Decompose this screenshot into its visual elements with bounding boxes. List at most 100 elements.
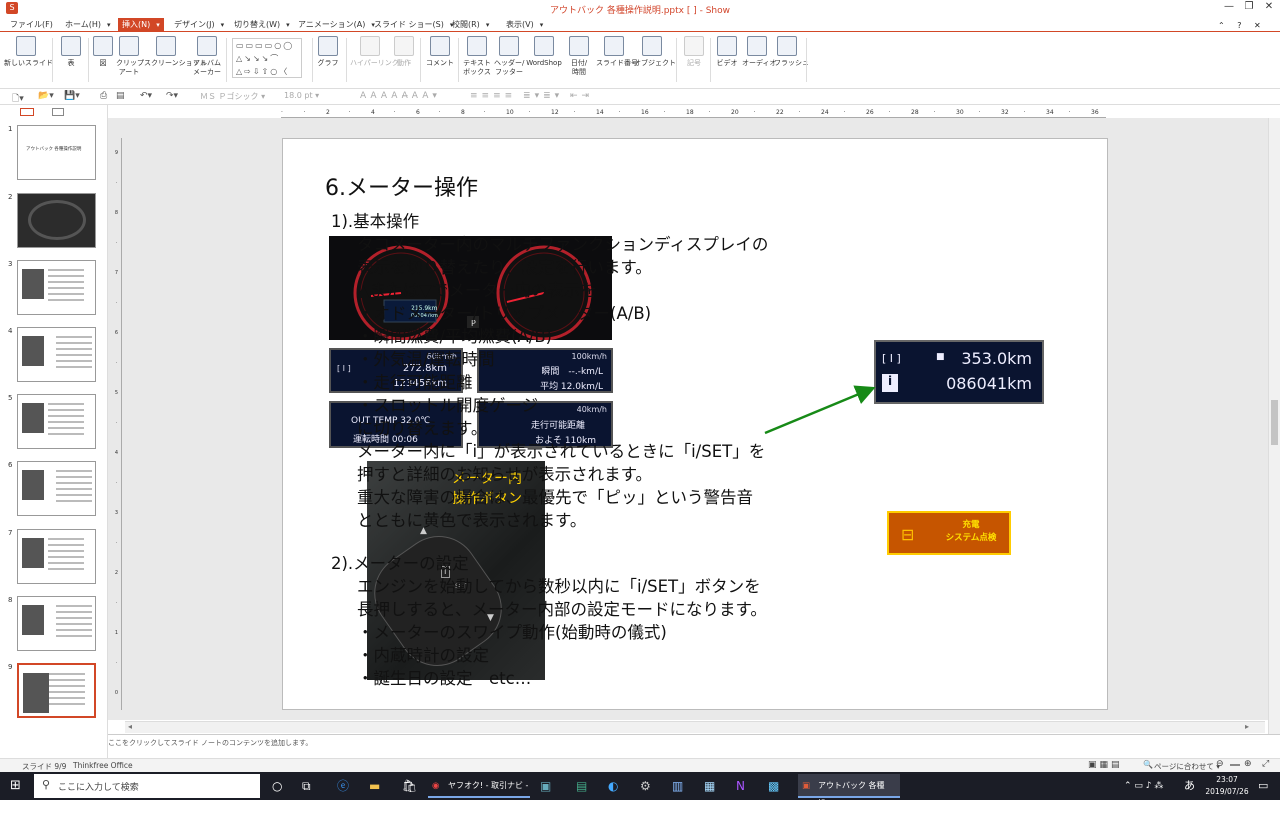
ribbon-album-button[interactable]: アルバム メーカー — [190, 36, 224, 77]
slide-title[interactable]: 6.メーター操作 — [325, 175, 478, 203]
body-text-line[interactable]: ・走行可能距離 — [357, 371, 473, 394]
tray-icons[interactable]: ⌃ ▭ ♪ ⁂ — [1124, 777, 1163, 795]
body-text-line[interactable]: とともに黄色で表示されます。 — [357, 509, 586, 532]
ribbon-flash-button[interactable]: フラッシュ — [774, 36, 809, 68]
ribbon-object-button[interactable]: オブジェクト — [634, 36, 676, 68]
menu-6[interactable]: スライド ショー(S) ▾ — [370, 18, 457, 32]
taskbar-app-icon-2[interactable]: ▤ — [576, 777, 587, 795]
menu-7[interactable]: 校閲(R) ▾ — [448, 18, 493, 32]
ribbon-picture-button[interactable]: 図 — [92, 36, 114, 68]
close-button[interactable]: ✕ — [1258, 1, 1280, 15]
save-icon[interactable]: 💾▾ — [64, 91, 80, 101]
body-text-line[interactable]: ・オドメーター/トリップメーター(A/B) — [357, 302, 651, 325]
body-text-line[interactable]: 重大な障害の場合は、最優先で「ピッ」という警告音 — [357, 486, 753, 509]
ribbon-comment-button[interactable]: コメント — [426, 36, 454, 68]
edge-icon[interactable]: ⓔ — [337, 777, 349, 795]
menu-dropdown-icon[interactable]: ▾ — [107, 21, 111, 29]
ribbon-symbol-button[interactable]: 記号 — [684, 36, 704, 68]
slide-thumbnail[interactable] — [17, 193, 96, 248]
onenote-icon[interactable]: N — [736, 777, 745, 795]
body-text-line[interactable]: ・瞬間燃費/平均燃費(A/B) — [357, 325, 552, 348]
zoom-slider[interactable] — [1230, 764, 1240, 766]
notes-placeholder[interactable]: ここをクリックしてスライド ノートのコンテンツを追加します。 — [108, 738, 312, 748]
ribbon-textbox-button[interactable]: テキスト ボックス — [462, 36, 492, 77]
ribbon-clipart-button[interactable]: クリップ アート — [116, 36, 144, 77]
menu-1[interactable]: ホーム(H) ▾ — [61, 18, 115, 32]
slide-thumbnail[interactable] — [17, 663, 96, 718]
zoom-out-button[interactable]: ⊖ — [1216, 759, 1224, 769]
font-size-select[interactable]: 18.0 pt ▾ — [284, 91, 319, 100]
font-format-icons[interactable]: AAAAA̶AA▾ — [360, 91, 441, 101]
zoom-select[interactable]: ページに合わせて ▾ — [1154, 761, 1220, 772]
ribbon-audio-button[interactable]: オーディオ — [742, 36, 777, 68]
open-icon[interactable]: 📂▾ — [38, 91, 54, 101]
body-text-line[interactable]: ・誕生日の設定 etc… — [357, 667, 531, 690]
menu-dropdown-icon[interactable]: ▾ — [286, 21, 290, 29]
horizontal-scrollbar[interactable]: ◂ ▸ — [125, 721, 1265, 733]
scroll-right-icon[interactable]: ▸ — [1245, 722, 1249, 731]
print-icon[interactable]: ⎙ — [100, 91, 107, 101]
slide-thumbnail[interactable] — [17, 327, 96, 382]
clock-date[interactable]: 2019/07/26 — [1200, 787, 1254, 796]
ribbon-wordshop-button[interactable]: WordShop — [526, 36, 562, 68]
menu-dropdown-icon[interactable]: ▾ — [156, 21, 160, 29]
redo-icon[interactable]: ↷▾ — [166, 91, 178, 101]
menu-dropdown-icon[interactable]: ▾ — [540, 21, 544, 29]
body-text-line[interactable]: ・メーターのスワイプ動作(始動時の儀式) — [357, 621, 667, 644]
body-text-line[interactable]: 長押しすると、メーター内部の設定モードになります。 — [357, 598, 767, 621]
body-text-line[interactable]: メーター内に「i」が表示されているときに「i/SET」を — [357, 440, 765, 463]
help-button[interactable]: ? — [1237, 21, 1241, 30]
collapse-ribbon-button[interactable]: ⌃ — [1218, 21, 1225, 30]
scroll-left-icon[interactable]: ◂ — [128, 722, 132, 731]
section-heading[interactable]: 1).基本操作 — [331, 210, 419, 233]
ribbon-table-button[interactable]: 表 — [58, 36, 84, 68]
slide-thumbnail[interactable]: アウトバック 各種操作説明 — [17, 125, 96, 180]
close-document-button[interactable]: ✕ — [1254, 21, 1261, 30]
slide-thumbnail[interactable] — [17, 596, 96, 651]
ribbon-screenshot-button[interactable]: スクリーンショット — [144, 36, 207, 68]
taskbar-app-icon-4[interactable]: ⚙ — [640, 777, 651, 795]
taskbar-app-show[interactable]: ▣ アウトバック 各種操... — [798, 774, 900, 808]
ribbon-chart-button[interactable]: グラフ — [316, 36, 340, 68]
zoom-icon[interactable]: 🔍 — [1143, 760, 1153, 769]
maximize-button[interactable]: ❐ — [1238, 1, 1260, 15]
body-text-line[interactable]: 押すと詳細のお知らせが表示されます。 — [357, 463, 652, 486]
fit-window-icon[interactable]: ⤢ — [1262, 759, 1269, 769]
menu-4[interactable]: 切り替え(W) ▾ — [230, 18, 294, 32]
windows-start-icon[interactable]: ⊞ — [10, 777, 21, 795]
menu-5[interactable]: アニメーション(A) ▾ — [294, 18, 379, 32]
slide-thumbnail[interactable] — [17, 260, 96, 315]
menu-dropdown-icon[interactable]: ▾ — [221, 21, 225, 29]
menu-2[interactable]: 挿入(N) ▾ — [118, 18, 164, 32]
ime-indicator[interactable]: あ — [1184, 777, 1195, 795]
slide-canvas[interactable]: 6.メーター操作 P 215.9km 001047km 60km/h [ I ]… — [282, 138, 1108, 710]
taskbar-app-icon-7[interactable]: ▩ — [768, 777, 779, 795]
shapes-gallery[interactable]: ▭▭▭▭○◯ △↘↘↘⌒ △⇨⇩⇧○〈 — [232, 38, 302, 78]
body-text-line[interactable]: エンジンを始動してから数秒以内に「i/SET」ボタンを — [357, 575, 761, 598]
ribbon-slide-number-button[interactable]: スライド番号 — [596, 36, 638, 68]
taskbar-app-icon-6[interactable]: ▦ — [704, 777, 715, 795]
notes-pane[interactable]: ここをクリックしてスライド ノートのコンテンツを追加します。 — [108, 734, 1280, 758]
slide-thumbnail[interactable] — [17, 394, 96, 449]
menu-dropdown-icon[interactable]: ▾ — [486, 21, 490, 29]
slide-thumbnail[interactable] — [17, 529, 96, 584]
menu-0[interactable]: ファイル(F) — [6, 18, 57, 32]
body-text-line[interactable]: ・外気温/運転時間 — [357, 348, 495, 371]
body-text-line[interactable]: ・内蔵時計の設定 — [357, 644, 489, 667]
warning-indicator[interactable]: ⊟ 充電 システム点検 — [887, 511, 1011, 555]
body-text-line[interactable]: に切り替えます。 — [357, 417, 487, 440]
ribbon-action-button[interactable]: 動作 — [392, 36, 416, 68]
ribbon-datetime-button[interactable]: 日付/ 時間 — [566, 36, 592, 77]
lcd-inset-big[interactable]: [ I ] ■ 353.0km i 086041km — [874, 340, 1044, 404]
ribbon-video-button[interactable]: ビデオ — [716, 36, 738, 68]
section-heading[interactable]: 2).メーターの設定 — [331, 552, 469, 575]
vertical-scroll-thumb[interactable] — [1271, 400, 1278, 445]
body-text-line[interactable]: 表示を切り替えたり、設定を行います。 — [357, 256, 652, 279]
align-icons[interactable]: ≡≡≡≡ ≣▾≣▾ ⇤⇥ — [470, 91, 593, 101]
minimize-button[interactable]: — — [1218, 1, 1240, 15]
outline-tab-icon[interactable] — [52, 108, 64, 116]
vertical-scrollbar[interactable] — [1268, 118, 1280, 738]
clock-time[interactable]: 23:07 — [1208, 775, 1246, 784]
taskbar-app-icon-3[interactable]: ◐ — [608, 777, 618, 795]
body-text-line[interactable]: ・スロットル開度ゲージ — [357, 394, 538, 417]
